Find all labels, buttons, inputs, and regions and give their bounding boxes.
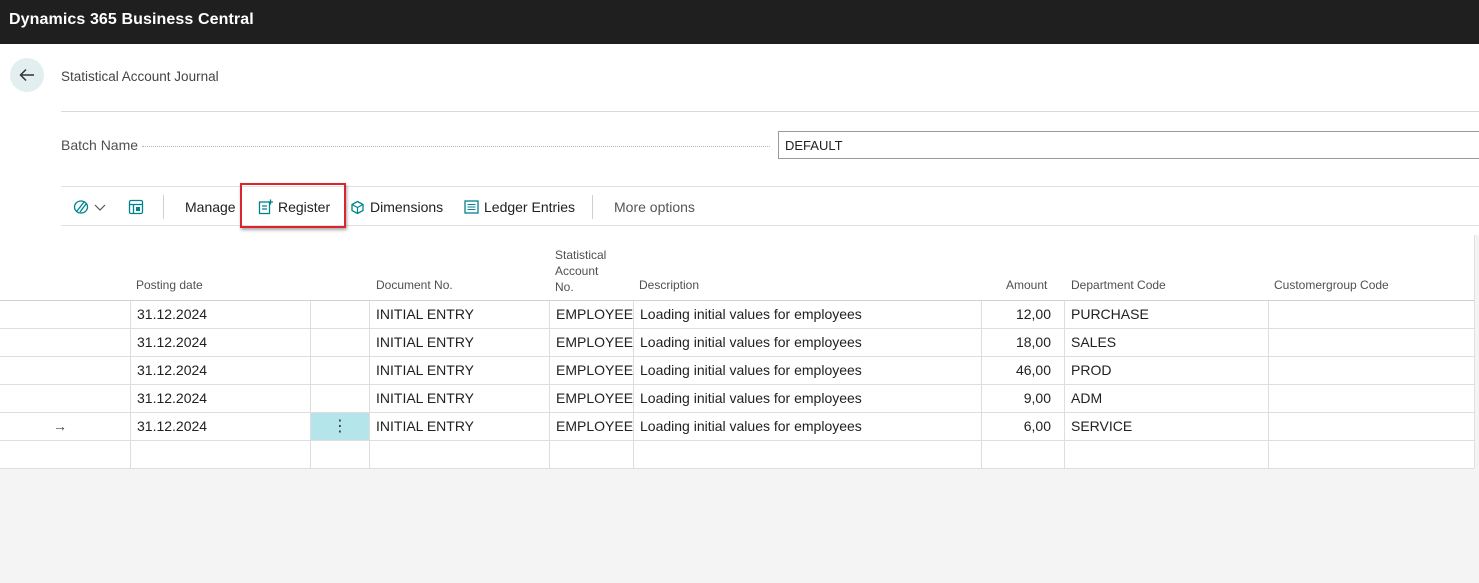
action-bar: Manage Register Dimensions Ledger Entrie… [61,186,1479,226]
col-header-department-code[interactable]: Department Code [1071,277,1166,293]
analyze-button[interactable] [73,187,107,227]
register-icon [258,199,273,215]
cell-customergroup-code[interactable] [1268,357,1474,384]
cell-amount[interactable]: 18,00 [981,329,1064,356]
cell-department-code[interactable] [1064,441,1268,468]
cell-amount[interactable]: 12,00 [981,301,1064,328]
table-row[interactable]: 31.12.2024 INITIAL ENTRY EMPLOYEES Loadi… [0,301,1474,329]
cell-description[interactable]: Loading initial values for employees [633,357,981,384]
cell-row-menu[interactable] [310,357,369,384]
cell-customergroup-code[interactable] [1268,441,1474,468]
edit-in-excel-icon [128,199,144,215]
cell-document-no[interactable]: INITIAL ENTRY [369,301,549,328]
arrow-left-icon [19,68,34,82]
cell-posting-date[interactable]: 31.12.2024 [130,301,310,328]
cell-customergroup-code[interactable] [1268,329,1474,356]
edit-list-button[interactable] [128,187,144,227]
header-divider [61,111,1479,112]
cell-customergroup-code[interactable] [1268,413,1474,440]
cell-row-menu[interactable] [310,301,369,328]
grid-right-border [1474,235,1475,468]
col-header-stat-account-line2[interactable]: Account [555,263,598,279]
cell-stat-account-no[interactable]: EMPLOYEES [549,357,633,384]
cell-row-menu[interactable] [310,441,369,468]
cell-stat-account-no[interactable] [549,441,633,468]
cell-stat-account-no[interactable]: EMPLOYEES [549,329,633,356]
cell-amount[interactable]: 46,00 [981,357,1064,384]
cell-amount[interactable] [981,441,1064,468]
dimensions-button[interactable]: Dimensions [350,187,443,227]
more-options-button[interactable]: More options [614,187,695,227]
cell-description[interactable]: Loading initial values for employees [633,301,981,328]
cell-description[interactable]: Loading initial values for employees [633,329,981,356]
col-header-customergroup-code[interactable]: Customergroup Code [1274,277,1389,293]
col-header-description[interactable]: Description [639,277,699,293]
action-separator [592,195,593,219]
cell-document-no[interactable] [369,441,549,468]
cell-row-menu[interactable] [310,329,369,356]
batch-name-field[interactable]: DEFAULT [778,131,1479,159]
register-button[interactable]: Register [258,187,330,227]
cell-amount[interactable]: 6,00 [981,413,1064,440]
col-header-stat-account-line3[interactable]: No. [555,279,574,295]
grid-header: Posting date Document No. Statistical Ac… [0,235,1474,301]
col-header-document-no[interactable]: Document No. [376,277,453,293]
copilot-analyze-icon [73,200,89,214]
table-row[interactable]: 31.12.2024 INITIAL ENTRY EMPLOYEES Loadi… [0,385,1474,413]
batch-name-leader [142,146,770,147]
cell-document-no[interactable]: INITIAL ENTRY [369,329,549,356]
cell-amount[interactable]: 9,00 [981,385,1064,412]
top-app-bar: Dynamics 365 Business Central [0,0,1479,44]
app-title: Dynamics 365 Business Central [9,11,254,28]
cell-stat-account-no[interactable]: EMPLOYEES [549,301,633,328]
table-row[interactable]: 31.12.2024 INITIAL ENTRY EMPLOYEES Loadi… [0,329,1474,357]
cell-department-code[interactable]: PROD [1064,357,1268,384]
register-label: Register [278,199,331,215]
cell-description[interactable]: Loading initial values for employees [633,413,981,440]
ledger-entries-button[interactable]: Ledger Entries [464,187,575,227]
cell-department-code[interactable]: SERVICE [1064,413,1268,440]
cell-stat-account-no[interactable]: EMPLOYEES [549,413,633,440]
cell-posting-date[interactable]: 31.12.2024 [130,329,310,356]
cell-department-code[interactable]: PURCHASE [1064,301,1268,328]
cell-description[interactable]: Loading initial values for employees [633,385,981,412]
cell-customergroup-code[interactable] [1268,385,1474,412]
table-row[interactable]: 31.12.2024 INITIAL ENTRY EMPLOYEES Loadi… [0,357,1474,385]
cell-description[interactable] [633,441,981,468]
cell-document-no[interactable]: INITIAL ENTRY [369,385,549,412]
cell-customergroup-code[interactable] [1268,301,1474,328]
cell-department-code[interactable]: SALES [1064,329,1268,356]
cell-row-menu[interactable]: ⋮ [310,413,369,440]
ledger-entries-label: Ledger Entries [484,199,576,215]
back-button[interactable] [10,58,44,92]
cell-document-no[interactable]: INITIAL ENTRY [369,357,549,384]
col-header-amount[interactable]: Amount [1006,277,1047,293]
batch-name-label: Batch Name [61,137,139,153]
cell-document-no[interactable]: INITIAL ENTRY [369,413,549,440]
cell-posting-date[interactable]: 31.12.2024 [130,385,310,412]
table-row-current[interactable]: → 31.12.2024 ⋮ INITIAL ENTRY EMPLOYEES L… [0,413,1474,441]
current-row-arrow-icon: → [53,418,67,434]
ledger-entries-icon [464,200,479,214]
more-vertical-icon[interactable]: ⋮ [332,413,348,440]
page-title: Statistical Account Journal [61,69,219,84]
cell-department-code[interactable]: ADM [1064,385,1268,412]
cell-stat-account-no[interactable]: EMPLOYEES [549,385,633,412]
col-header-posting-date[interactable]: Posting date [136,277,203,293]
chevron-down-icon [94,204,106,211]
cell-posting-date[interactable]: 31.12.2024 [130,413,310,440]
cell-posting-date[interactable]: 31.12.2024 [130,357,310,384]
cell-posting-date[interactable] [130,441,310,468]
dimensions-label: Dimensions [370,199,444,215]
manage-button[interactable]: Manage [185,187,236,227]
dimensions-icon [351,200,364,214]
table-row-new[interactable] [0,441,1474,469]
action-separator [163,195,164,219]
col-header-stat-account-line1[interactable]: Statistical [555,247,606,263]
cell-row-menu[interactable] [310,385,369,412]
